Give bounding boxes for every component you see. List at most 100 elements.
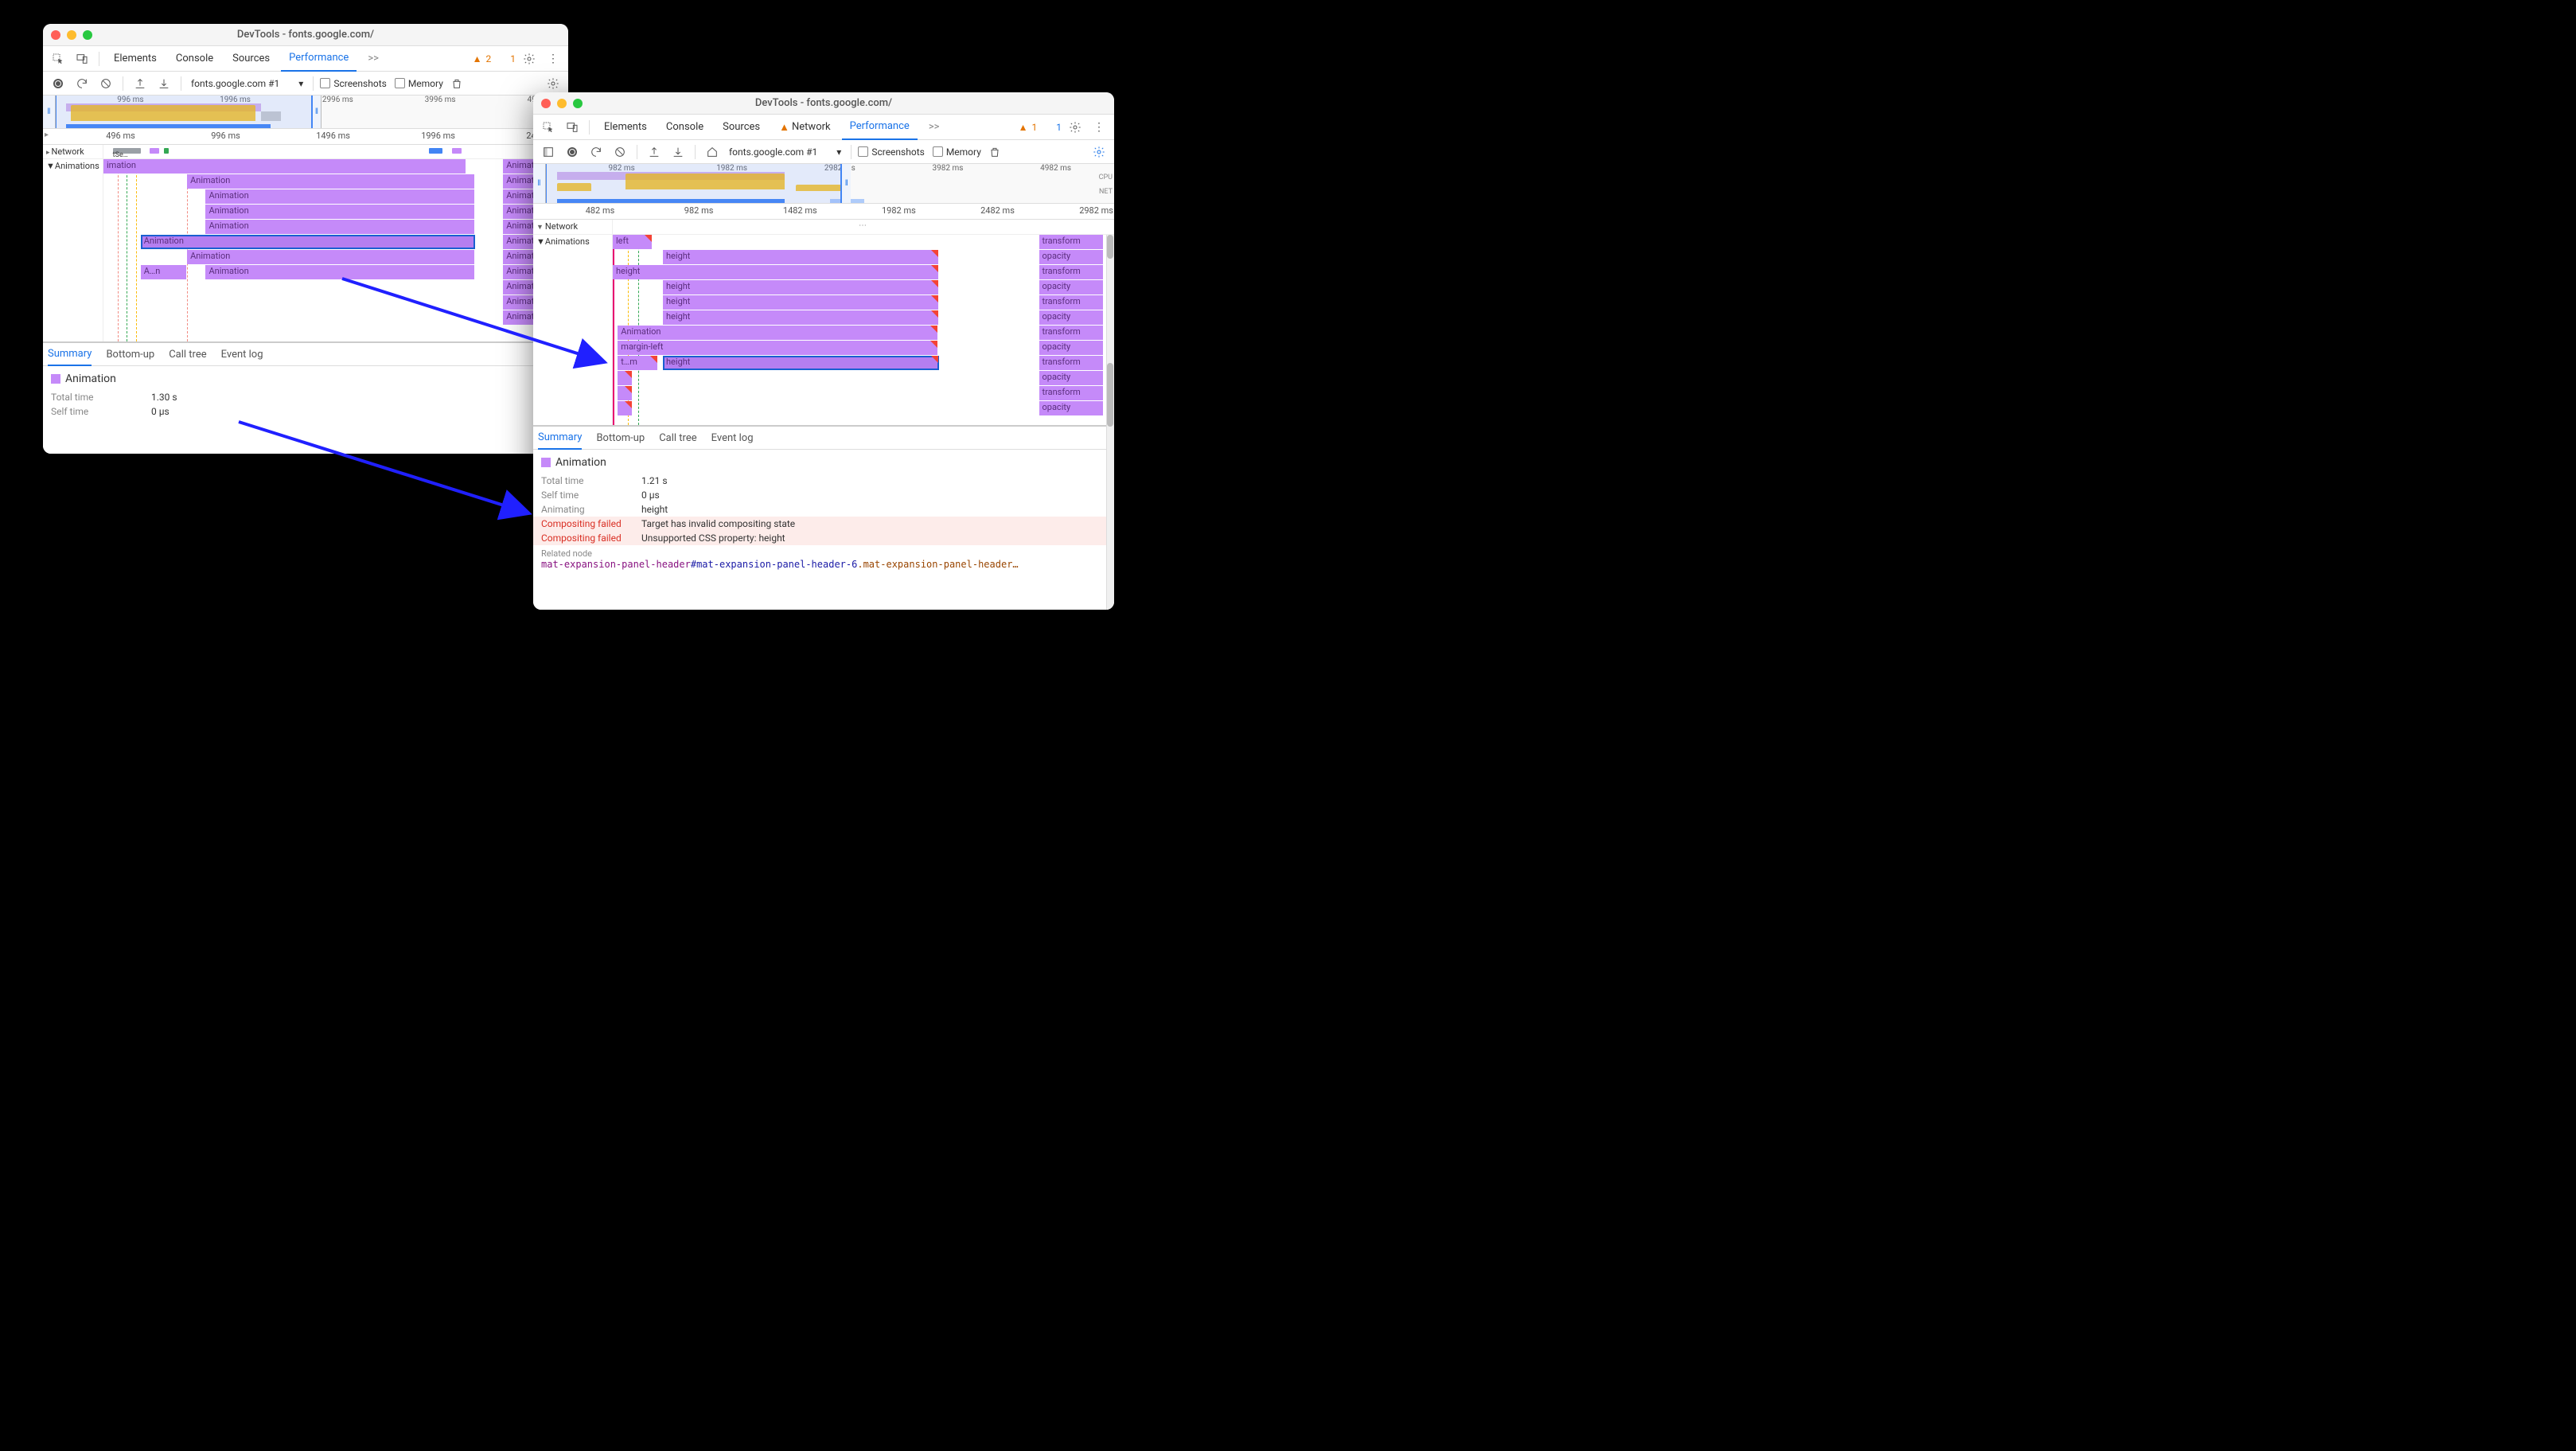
flame-bar[interactable]: transform bbox=[1039, 295, 1105, 310]
upload-icon[interactable] bbox=[130, 73, 150, 94]
flame-bar[interactable]: height bbox=[663, 295, 939, 310]
flame-bar[interactable]: Animation bbox=[205, 189, 475, 204]
target-dropdown[interactable]: fonts.google.com #1▾ bbox=[188, 78, 306, 89]
flame-bar[interactable]: A…n bbox=[141, 265, 187, 279]
flame-bar[interactable]: Animation bbox=[618, 326, 938, 340]
flame-bar[interactable]: Animation bbox=[141, 235, 475, 249]
overview-handle-left[interactable]: ‖ bbox=[533, 164, 546, 203]
close-window-icon[interactable] bbox=[51, 30, 60, 40]
screenshots-checkbox[interactable] bbox=[320, 78, 330, 88]
tab-performance[interactable]: Performance bbox=[281, 46, 357, 72]
device-toggle-icon[interactable] bbox=[72, 49, 92, 69]
clear-button[interactable] bbox=[95, 73, 116, 94]
flame-bar[interactable]: left bbox=[613, 235, 653, 249]
tab-summary[interactable]: Summary bbox=[538, 426, 582, 450]
related-node-link[interactable]: mat-expansion-panel-header#mat-expansion… bbox=[541, 559, 1106, 570]
maximize-window-icon[interactable] bbox=[573, 99, 583, 108]
tab-summary[interactable]: Summary bbox=[48, 342, 92, 366]
scrollbar-thumb[interactable] bbox=[1107, 235, 1113, 259]
warnings-badge[interactable]: ▲2 bbox=[473, 53, 492, 64]
issues-badge[interactable]: !1 bbox=[499, 53, 516, 64]
tab-network[interactable]: ▲Network bbox=[771, 115, 838, 140]
gc-icon[interactable] bbox=[446, 73, 467, 94]
inspect-icon[interactable] bbox=[538, 117, 559, 138]
target-dropdown[interactable]: fonts.google.com #1▾ bbox=[726, 146, 844, 158]
tab-elements[interactable]: Elements bbox=[106, 46, 165, 72]
flame-bar[interactable]: Animation bbox=[205, 265, 475, 279]
tab-event-log[interactable]: Event log bbox=[711, 426, 754, 450]
flame-bar[interactable]: transform bbox=[1039, 386, 1105, 400]
tab-elements[interactable]: Elements bbox=[596, 115, 655, 140]
kebab-menu-icon[interactable]: ⋮ bbox=[543, 49, 563, 69]
flame-bar[interactable]: Animation bbox=[187, 250, 475, 264]
flame-chart[interactable]: ▼Animations imation AnimationAnimationAn… bbox=[43, 159, 568, 342]
scrollbar[interactable] bbox=[1106, 363, 1114, 610]
flame-bar[interactable]: height bbox=[613, 265, 939, 279]
flame-bar[interactable]: height bbox=[663, 356, 939, 370]
close-window-icon[interactable] bbox=[541, 99, 551, 108]
tab-event-log[interactable]: Event log bbox=[221, 342, 263, 366]
device-toggle-icon[interactable] bbox=[562, 117, 583, 138]
tab-performance[interactable]: Performance bbox=[842, 115, 918, 140]
tab-sources[interactable]: Sources bbox=[224, 46, 278, 72]
flame-bar[interactable]: Animation bbox=[187, 174, 475, 189]
record-button[interactable] bbox=[48, 73, 68, 94]
tab-console[interactable]: Console bbox=[168, 46, 221, 72]
messages-badge[interactable]: i1 bbox=[1045, 122, 1062, 133]
flame-bar[interactable]: transform bbox=[1039, 235, 1105, 249]
screenshots-checkbox[interactable] bbox=[858, 146, 868, 157]
dock-icon[interactable] bbox=[538, 142, 559, 162]
flame-bar[interactable]: opacity bbox=[1039, 280, 1105, 294]
flame-bar[interactable]: Animation bbox=[205, 220, 475, 234]
flame-bar[interactable]: transform bbox=[1039, 356, 1105, 370]
flame-chart[interactable]: ▼Animations leftheightheightheightheight… bbox=[533, 235, 1114, 426]
scrollbar-thumb[interactable] bbox=[1107, 363, 1113, 427]
flame-bar[interactable]: transform bbox=[1039, 265, 1105, 279]
time-ruler[interactable]: 482 ms 982 ms 1482 ms 1982 ms 2482 ms 29… bbox=[533, 204, 1114, 220]
home-icon[interactable] bbox=[702, 142, 723, 162]
download-icon[interactable] bbox=[154, 73, 174, 94]
download-icon[interactable] bbox=[668, 142, 688, 162]
overview-selection[interactable] bbox=[56, 96, 312, 128]
settings-gear-icon[interactable] bbox=[1065, 117, 1085, 138]
flame-bar[interactable]: transform bbox=[1039, 326, 1105, 340]
minimize-window-icon[interactable] bbox=[557, 99, 567, 108]
tab-sources[interactable]: Sources bbox=[715, 115, 768, 140]
flame-bar[interactable] bbox=[618, 386, 633, 400]
flame-bar[interactable]: opacity bbox=[1039, 371, 1105, 385]
tab-call-tree[interactable]: Call tree bbox=[169, 342, 206, 366]
more-tabs-icon[interactable]: >> bbox=[921, 115, 948, 140]
tab-call-tree[interactable]: Call tree bbox=[659, 426, 696, 450]
capture-settings-gear-icon[interactable] bbox=[1089, 142, 1109, 162]
flame-bar[interactable]: t…m bbox=[618, 356, 657, 370]
record-button[interactable] bbox=[562, 142, 583, 162]
overview-handle-right[interactable]: ‖ bbox=[841, 164, 851, 203]
tab-console[interactable]: Console bbox=[658, 115, 711, 140]
expand-icon[interactable]: ▸ bbox=[45, 131, 49, 139]
network-track[interactable]: ▸Network tSe… bbox=[43, 145, 568, 159]
flame-bar[interactable]: opacity bbox=[1039, 250, 1105, 264]
inspect-icon[interactable] bbox=[48, 49, 68, 69]
gc-icon[interactable] bbox=[984, 142, 1005, 162]
flame-bar[interactable]: opacity bbox=[1039, 341, 1105, 355]
flame-bar[interactable] bbox=[618, 401, 633, 415]
memory-checkbox[interactable] bbox=[395, 78, 405, 88]
capture-settings-gear-icon[interactable] bbox=[543, 73, 563, 94]
tab-bottom-up[interactable]: Bottom-up bbox=[106, 342, 154, 366]
flame-bar[interactable]: height bbox=[663, 280, 939, 294]
memory-checkbox[interactable] bbox=[933, 146, 943, 157]
maximize-window-icon[interactable] bbox=[83, 30, 92, 40]
upload-icon[interactable] bbox=[644, 142, 664, 162]
overview-handle-right[interactable]: ‖ bbox=[312, 96, 322, 128]
reload-record-button[interactable] bbox=[586, 142, 606, 162]
collapse-dots-icon[interactable]: ⋯ bbox=[859, 221, 868, 230]
tab-bottom-up[interactable]: Bottom-up bbox=[596, 426, 645, 450]
flame-bar[interactable]: height bbox=[663, 310, 939, 325]
timeline-overview[interactable]: ‖ 982 ms 1982 ms 2982 ms 3982 ms 4982 ms… bbox=[533, 164, 1114, 204]
time-ruler[interactable]: ▸ 496 ms 996 ms 1496 ms 1996 ms 2496 ms bbox=[43, 129, 568, 145]
overview-handle-left[interactable]: ‖ bbox=[43, 96, 56, 128]
settings-gear-icon[interactable] bbox=[519, 49, 540, 69]
flame-bar[interactable]: margin-left bbox=[618, 341, 938, 355]
timeline-overview[interactable]: ‖ 996 ms 1996 ms 2996 ms 3996 ms 4996 ms… bbox=[43, 96, 568, 129]
warnings-badge[interactable]: ▲1 bbox=[1019, 122, 1038, 133]
